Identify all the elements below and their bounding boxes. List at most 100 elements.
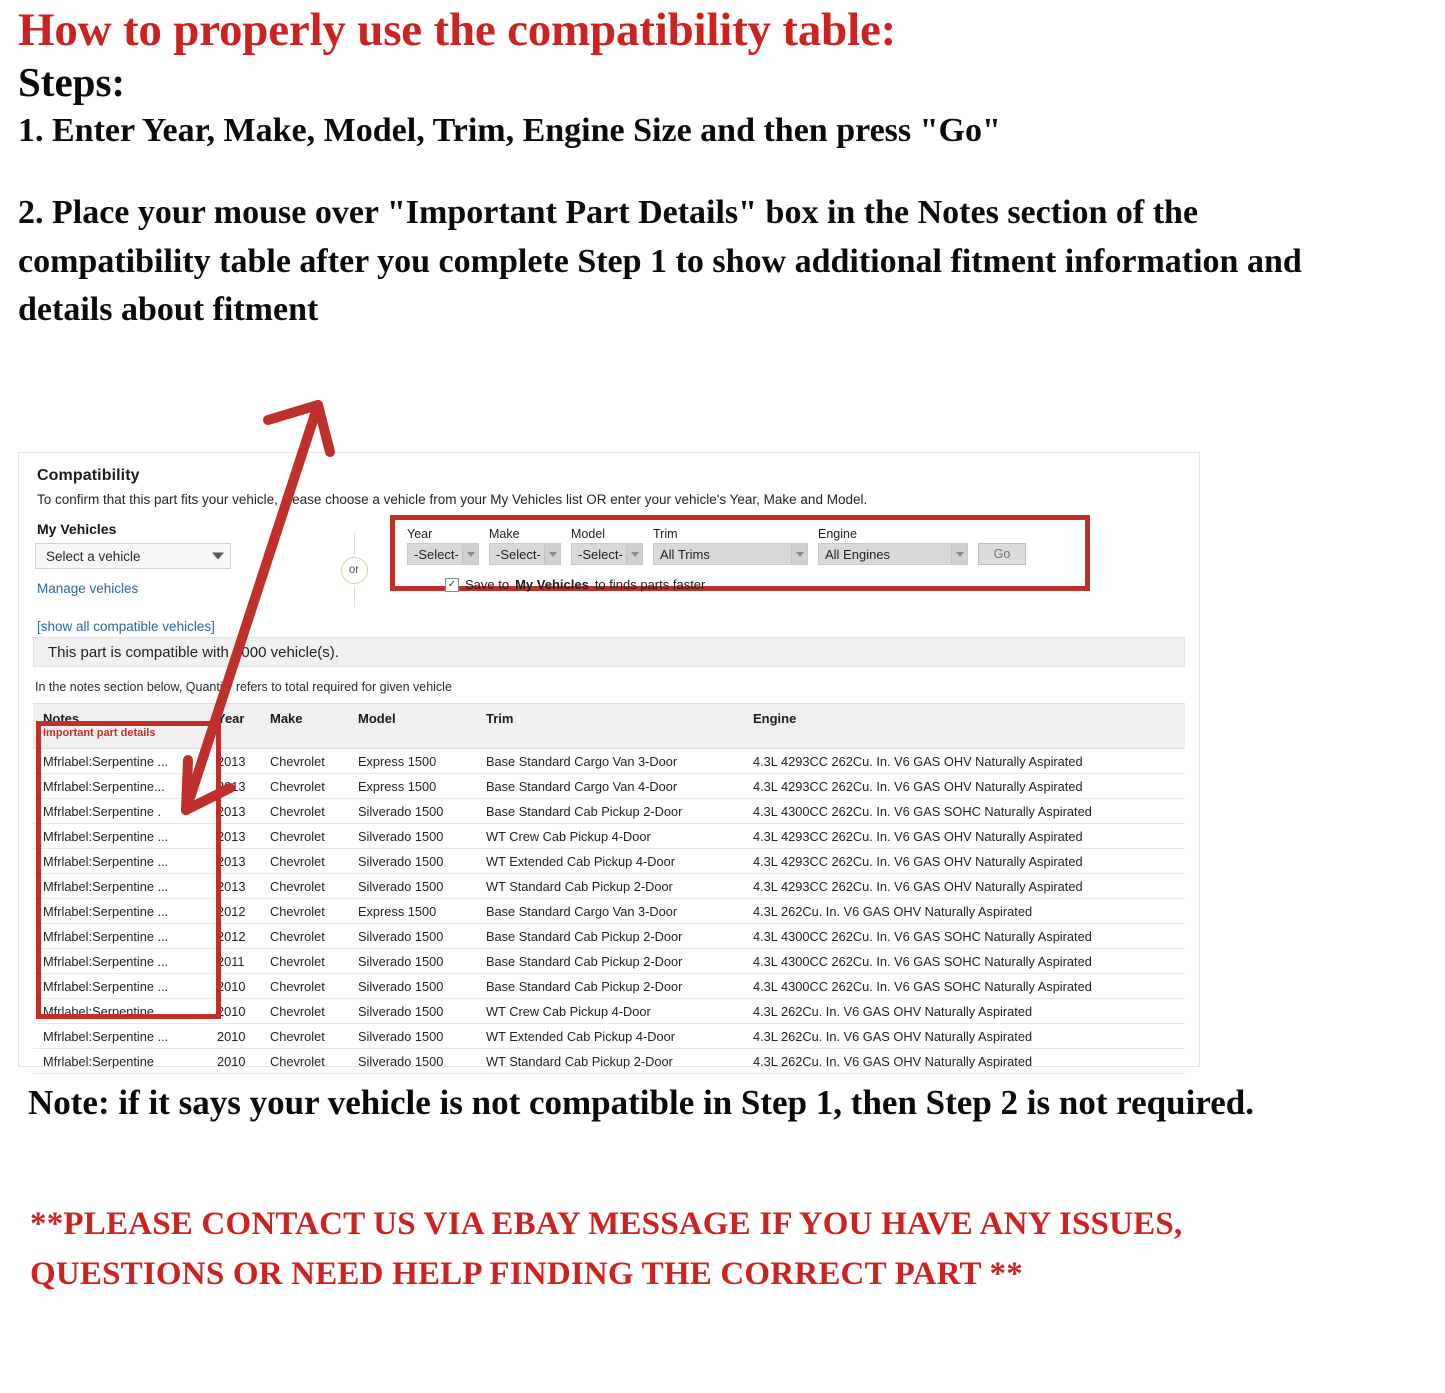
cell-trim: WT Crew Cab Pickup 4-Door	[476, 823, 743, 849]
cell-engine: 4.3L 262Cu. In. V6 GAS OHV Naturally Asp…	[743, 898, 1185, 924]
cell-model: Silverado 1500	[348, 998, 476, 1024]
cell-trim: Base Standard Cab Pickup 2-Door	[476, 798, 743, 824]
table-row: Mfrlabel:Serpentine ... 2013 Chevrolet Silv…	[33, 873, 1185, 899]
vehicle-chooser: My Vehicles Select a vehicle Manage vehi…	[35, 515, 1183, 634]
compatibility-count-banner: This part is compatible with 1000 vehicl…	[33, 637, 1185, 667]
cell-notes[interactable]: Mfrlabel:Serpentine...	[33, 773, 207, 799]
trim-field: Trim All Trims	[653, 527, 808, 565]
cell-year: 2013	[207, 748, 260, 774]
cell-engine: 4.3L 4293CC 262Cu. In. V6 GAS OHV Natura…	[743, 873, 1185, 899]
cell-engine: 4.3L 262Cu. In. V6 GAS OHV Naturally Asp…	[743, 1048, 1185, 1074]
cell-year: 2013	[207, 873, 260, 899]
year-select[interactable]: -Select-	[407, 543, 479, 565]
important-part-details-label: Important part details	[43, 727, 156, 739]
trim-select[interactable]: All Trims	[653, 543, 808, 565]
cell-notes[interactable]: Mfrlabel:Serpentine ...	[33, 848, 207, 874]
engine-select[interactable]: All Engines	[818, 543, 968, 565]
cell-engine: 4.3L 4293CC 262Cu. In. V6 GAS OHV Natura…	[743, 848, 1185, 874]
cell-engine: 4.3L 4300CC 262Cu. In. V6 GAS SOHC Natur…	[743, 798, 1185, 824]
cell-notes[interactable]: Mfrlabel:Serpentine ...	[33, 1023, 207, 1049]
column-header-make[interactable]: Make	[260, 703, 348, 749]
cell-notes[interactable]: Mfrlabel:Serpentine	[33, 1048, 207, 1074]
cell-engine: 4.3L 4300CC 262Cu. In. V6 GAS SOHC Natur…	[743, 973, 1185, 999]
page-title: How to properly use the compatibility ta…	[18, 4, 897, 56]
cell-trim: Base Standard Cargo Van 3-Door	[476, 898, 743, 924]
cell-engine: 4.3L 4300CC 262Cu. In. V6 GAS SOHC Natur…	[743, 923, 1185, 949]
chevron-down-icon	[212, 552, 224, 560]
chevron-down-icon	[544, 544, 560, 564]
table-row: Mfrlabel:Serpentine ... 2010 Chevrolet Silv…	[33, 1023, 1185, 1049]
instructions-block: How to properly use the compatibility ta…	[0, 0, 1445, 334]
make-select[interactable]: -Select-	[489, 543, 561, 565]
table-row: Mfrlabel:Serpentine 2010 Chevrolet Silverad…	[33, 1048, 1185, 1074]
cell-year: 2012	[207, 898, 260, 924]
cell-notes[interactable]: Mfrlabel:Serpentine .	[33, 798, 207, 824]
chevron-down-icon	[791, 544, 807, 564]
my-vehicles-select[interactable]: Select a vehicle	[35, 543, 231, 569]
cell-notes[interactable]: Mfrlabel:Serpentine ...	[33, 748, 207, 774]
cell-model: Silverado 1500	[348, 948, 476, 974]
cell-trim: Base Standard Cab Pickup 2-Door	[476, 973, 743, 999]
cell-notes[interactable]: Mfrlabel:Serpentine ...	[33, 948, 207, 974]
model-select[interactable]: -Select-	[571, 543, 643, 565]
cell-year: 2013	[207, 848, 260, 874]
cell-trim: Base Standard Cab Pickup 2-Door	[476, 948, 743, 974]
cell-notes[interactable]: Mfrlabel:Serpentine ...	[33, 898, 207, 924]
column-header-trim[interactable]: Trim	[476, 703, 743, 749]
table-row: Mfrlabel:Serpentine... 2013 Chevrolet Expre…	[33, 773, 1185, 799]
save-checkbox[interactable]: ✓	[445, 577, 459, 592]
cell-trim: WT Crew Cab Pickup 4-Door	[476, 998, 743, 1024]
cell-model: Express 1500	[348, 898, 476, 924]
column-header-notes[interactable]: Notes Important part details	[33, 703, 207, 749]
engine-select-value: All Engines	[825, 546, 891, 562]
fitment-table: Notes Important part details Year Make M…	[33, 703, 1185, 1074]
show-all-compatible-vehicles-link[interactable]: [show all compatible vehicles]	[37, 619, 215, 634]
chevron-down-icon	[951, 544, 967, 564]
model-field: Model -Select-	[571, 527, 643, 565]
column-header-engine[interactable]: Engine	[743, 703, 1185, 749]
save-to-my-vehicles-row[interactable]: ✓ Save to My Vehicles to finds parts fas…	[445, 577, 705, 592]
year-field: Year -Select-	[407, 527, 479, 565]
cell-year: 2013	[207, 823, 260, 849]
cell-engine: 4.3L 4300CC 262Cu. In. V6 GAS SOHC Natur…	[743, 948, 1185, 974]
table-header-row: Notes Important part details Year Make M…	[33, 703, 1185, 749]
cell-model: Express 1500	[348, 773, 476, 799]
cell-model: Silverado 1500	[348, 823, 476, 849]
cell-notes[interactable]: Mfrlabel:Serpentine ...	[33, 973, 207, 999]
table-row: Mfrlabel:Serpentine . 2013 Chevrolet Silver…	[33, 798, 1185, 824]
cell-notes[interactable]: Mfrlabel:Serpentine ...	[33, 823, 207, 849]
my-vehicles-select-value: Select a vehicle	[46, 548, 141, 564]
cell-make: Chevrolet	[260, 1048, 348, 1074]
go-button[interactable]: Go	[978, 543, 1026, 565]
engine-label: Engine	[818, 527, 857, 541]
column-header-model[interactable]: Model	[348, 703, 476, 749]
cell-trim: Base Standard Cargo Van 3-Door	[476, 748, 743, 774]
cell-notes[interactable]: Mfrlabel:Serpentine ...	[33, 873, 207, 899]
or-badge: or	[340, 556, 368, 584]
manage-vehicles-link[interactable]: Manage vehicles	[37, 581, 138, 596]
notes-quantity-hint: In the notes section below, Quantity ref…	[35, 680, 452, 694]
cell-make: Chevrolet	[260, 973, 348, 999]
save-text-after: to finds parts faster	[594, 577, 706, 592]
cell-year: 2010	[207, 1048, 260, 1074]
cell-model: Silverado 1500	[348, 1023, 476, 1049]
compatibility-panel: Compatibility To confirm that this part …	[18, 452, 1200, 1074]
cell-trim: WT Extended Cab Pickup 4-Door	[476, 1023, 743, 1049]
step-1-text: 1. Enter Year, Make, Model, Trim, Engine…	[18, 111, 1001, 149]
column-header-year[interactable]: Year	[207, 703, 260, 749]
ymm-form: Year -Select- Make -Select- Model -Selec…	[407, 527, 1026, 565]
footer-contact: **PLEASE CONTACT US VIA EBAY MESSAGE IF …	[30, 1206, 1183, 1292]
cell-make: Chevrolet	[260, 948, 348, 974]
cell-make: Chevrolet	[260, 798, 348, 824]
column-header-notes-label: Notes	[43, 711, 80, 726]
cell-year: 2013	[207, 798, 260, 824]
cell-make: Chevrolet	[260, 998, 348, 1024]
cell-notes[interactable]: Mfrlabel:Serpentine ...	[33, 998, 207, 1024]
cell-notes[interactable]: Mfrlabel:Serpentine ...	[33, 923, 207, 949]
cell-year: 2013	[207, 773, 260, 799]
cell-model: Express 1500	[348, 748, 476, 774]
cell-model: Silverado 1500	[348, 973, 476, 999]
or-divider-line-top	[353, 533, 355, 555]
cell-year: 2012	[207, 923, 260, 949]
model-select-value: -Select-	[578, 546, 623, 562]
